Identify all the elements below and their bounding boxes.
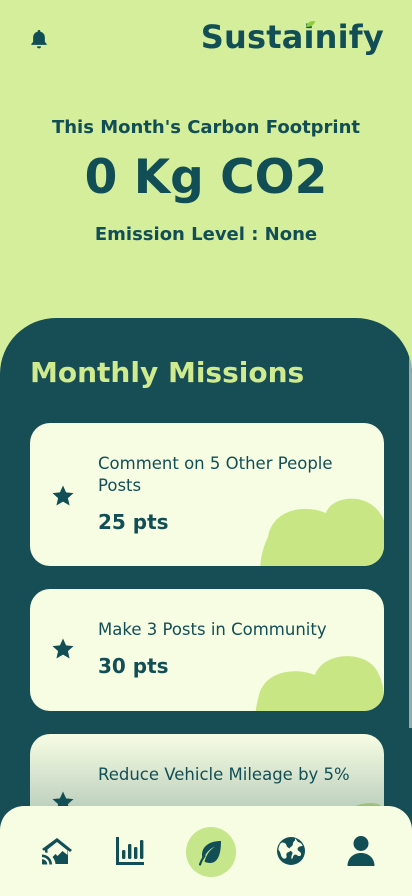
chart-icon (116, 837, 144, 865)
home-icon (41, 838, 72, 865)
nav-profile[interactable] (341, 831, 381, 871)
emission-level: Emission Level : None (94, 224, 318, 245)
star-icon (52, 638, 74, 659)
bell-icon[interactable] (28, 28, 50, 50)
nav-eco-active[interactable] (186, 827, 236, 877)
mission-card[interactable]: Comment on 5 Other People Posts 25 pts (30, 423, 384, 566)
top-bar: Sustai nify (0, 0, 412, 80)
star-icon (52, 485, 74, 506)
mission-label: Comment on 5 Other People Posts (98, 454, 333, 495)
mission-label: Make 3 Posts in Community (98, 620, 327, 639)
mission-card[interactable]: Make 3 Posts in Community 30 pts (30, 589, 384, 711)
missions-title: Monthly Missions (30, 356, 305, 389)
logo-text-start: Susta (200, 18, 304, 56)
mission-label: Reduce Vehicle Mileage by 5% (98, 765, 350, 784)
profile-icon (347, 836, 375, 866)
mission-points: 30 pts (98, 654, 169, 678)
leaf-icon (198, 841, 221, 866)
logo-leaf-icon (306, 21, 316, 27)
nav-community[interactable] (271, 831, 311, 871)
carbon-footprint-value: 0 Kg CO2 (84, 150, 328, 205)
nav-home[interactable] (37, 831, 77, 871)
globe-icon (277, 837, 305, 865)
nav-statistics[interactable] (110, 831, 150, 871)
bottom-navigation (0, 806, 412, 896)
carbon-footprint-label: This Month's Carbon Footprint (51, 117, 361, 138)
mission-points: 25 pts (98, 510, 169, 534)
leaf-decoration (260, 498, 384, 566)
logo-text-end: nify (314, 18, 384, 56)
app-logo: Sustai nify (201, 18, 384, 56)
carbon-summary: This Month's Carbon Footprint 0 Kg CO2 E… (0, 117, 412, 245)
leaf-decoration (255, 656, 384, 711)
